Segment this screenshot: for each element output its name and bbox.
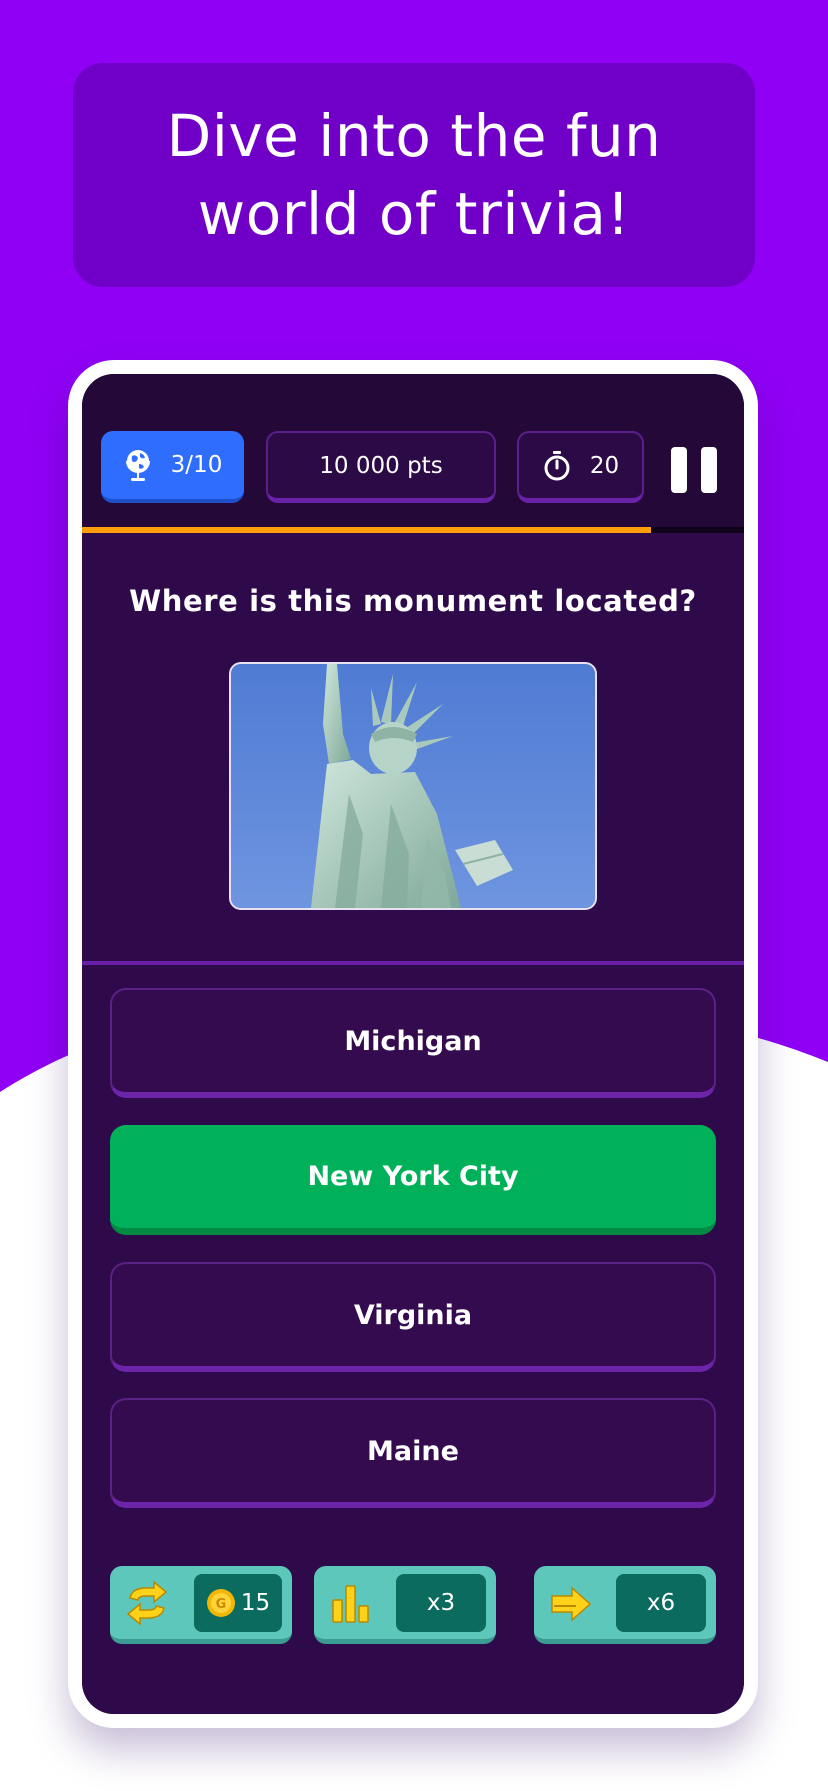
phone-frame: 3/10 10 000 pts 20 Where is this monumen… [68, 360, 758, 1728]
status-bar: 3/10 10 000 pts 20 [82, 374, 744, 530]
timer-value: 20 [589, 452, 620, 479]
globe-icon [125, 450, 150, 481]
powerup-count-box: x3 [396, 1574, 486, 1632]
powerup-cost-box: G 15 [194, 1574, 282, 1632]
powerup-skip[interactable]: x6 [534, 1566, 716, 1644]
powerup-count: x6 [646, 1590, 676, 1616]
statue-of-liberty-image [231, 664, 595, 908]
swap-arrows-icon [126, 1580, 168, 1626]
answer-label: New York City [307, 1161, 519, 1192]
gold-coin-icon: G [206, 1589, 235, 1617]
answer-label: Michigan [344, 1025, 482, 1057]
powerup-swap-question[interactable]: G 15 [110, 1566, 292, 1644]
level-chip: 3/10 [101, 431, 244, 503]
stopwatch-icon [544, 450, 570, 480]
powerup-count-box: x6 [616, 1574, 706, 1632]
question-text: Where is this monument located? [129, 584, 697, 618]
game-screen: 3/10 10 000 pts 20 Where is this monumen… [82, 374, 744, 1714]
answer-option-3[interactable]: Virginia [110, 1262, 716, 1372]
question-image [229, 662, 597, 910]
pause-icon-bar-left [671, 447, 687, 493]
pause-icon-bar-right [701, 447, 717, 493]
answer-option-4[interactable]: Maine [110, 1398, 716, 1508]
answer-option-1[interactable]: Michigan [110, 988, 716, 1098]
promo-banner: Dive into the fun world of trivia! [73, 63, 755, 287]
svg-text:G: G [216, 1597, 227, 1612]
powerup-audience-poll[interactable]: x3 [314, 1566, 496, 1644]
level-counter: 3/10 [170, 452, 223, 478]
skip-arrow-icon [551, 1586, 592, 1622]
answer-label: Maine [367, 1435, 459, 1467]
powerup-cost: 15 [240, 1590, 271, 1616]
points-chip: 10 000 pts [266, 431, 496, 503]
answer-label: Virginia [353, 1299, 473, 1331]
answer-option-2-correct[interactable]: New York City [110, 1125, 716, 1235]
bar-chart-icon [332, 1585, 369, 1623]
banner-headline: Dive into the fun world of trivia! [166, 102, 662, 248]
powerup-count: x3 [426, 1590, 456, 1616]
pause-button[interactable] [671, 447, 717, 493]
points-value: 10 000 pts [319, 452, 443, 479]
timer-chip: 20 [517, 431, 644, 503]
